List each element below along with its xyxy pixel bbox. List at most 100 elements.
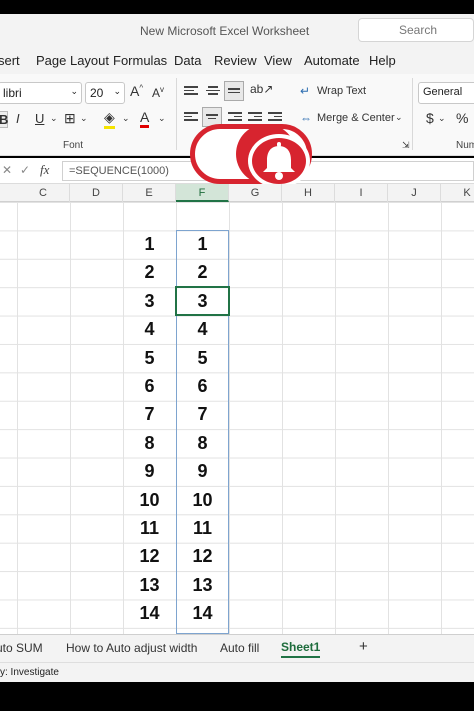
window-title: New Microsoft Excel Worksheet — [140, 24, 310, 38]
cell-e9[interactable]: 9 — [123, 457, 176, 485]
menu-data[interactable]: Data — [174, 53, 201, 68]
grow-font-glyph: A — [130, 83, 140, 99]
merge-center-icon: ⇔ — [300, 111, 312, 125]
spreadsheet-grid[interactable]: 1 2 3 4 5 6 7 8 9 10 11 12 13 14 1 2 3 4 5 6 7 8 9 10 11 12 13 14 — [0, 202, 474, 634]
cell-e10[interactable]: 10 — [123, 486, 176, 514]
merge-center-button[interactable]: Merge & Center — [317, 112, 395, 124]
active-cell[interactable] — [175, 286, 230, 316]
align-left-icon[interactable] — [184, 110, 198, 123]
menu-bar: sert Page Layout Formulas Data Review Vi… — [0, 46, 474, 74]
orientation-icon[interactable]: ab↗ — [250, 82, 273, 96]
formula-value: =SEQUENCE(1000) — [69, 165, 169, 177]
column-header-g[interactable]: G — [229, 184, 282, 202]
sheet-tab-auto-adjust-width[interactable]: How to Auto adjust width — [66, 641, 197, 655]
enter-icon[interactable]: ✓ — [20, 163, 30, 177]
bottom-black-band — [0, 682, 474, 711]
sheet-tab-bar: uto SUM How to Auto adjust width Auto fi… — [0, 634, 474, 662]
align-middle-icon[interactable] — [206, 84, 220, 97]
fill-color-icon[interactable]: ◈ — [104, 109, 115, 129]
font-color-glyph: A — [140, 109, 150, 125]
wrap-text-icon: ↵ — [300, 84, 311, 98]
menu-page-layout[interactable]: Page Layout — [36, 53, 109, 68]
chevron-down-icon[interactable]: ⌄ — [80, 113, 88, 124]
align-right-icon[interactable] — [228, 110, 242, 123]
wrap-text-button[interactable]: Wrap Text — [317, 85, 366, 97]
column-header-d[interactable]: D — [70, 184, 123, 202]
percent-button[interactable]: % — [456, 110, 468, 126]
font-name-select[interactable]: libri ⌄ — [0, 82, 82, 104]
chevron-down-icon[interactable]: ⌄ — [395, 112, 403, 123]
cell-e13[interactable]: 13 — [123, 571, 176, 599]
status-text[interactable]: y: Investigate — [0, 667, 59, 678]
number-format-value: General — [423, 86, 463, 98]
number-group-label: Num — [456, 140, 474, 151]
bold-button[interactable]: B — [0, 111, 8, 128]
underline-glyph: U — [35, 111, 45, 126]
font-name-value: libri — [3, 86, 22, 100]
search-placeholder: Search — [399, 23, 438, 37]
column-headers: C D E F G H I J K — [0, 184, 474, 202]
cell-e6[interactable]: 6 — [123, 372, 176, 400]
currency-button[interactable]: $ — [426, 110, 434, 126]
grow-font-button[interactable]: A^ — [130, 83, 143, 99]
cell-e14[interactable]: 14 — [123, 599, 176, 627]
column-header-c[interactable]: C — [17, 184, 70, 202]
column-header-i[interactable]: I — [335, 184, 388, 202]
font-size-select[interactable]: 20 ⌄ — [85, 82, 125, 104]
font-color-button[interactable]: A — [140, 109, 150, 128]
chevron-down-icon[interactable]: ⌄ — [122, 113, 130, 124]
chevron-down-icon[interactable]: ⌄ — [438, 113, 446, 124]
cell-e8[interactable]: 8 — [123, 429, 176, 457]
menu-automate[interactable]: Automate — [304, 53, 360, 68]
menu-formulas[interactable]: Formulas — [113, 53, 167, 68]
cell-e11[interactable]: 11 — [123, 514, 176, 542]
search-box[interactable]: Search — [358, 18, 474, 42]
chevron-down-icon[interactable]: ⌄ — [158, 113, 166, 124]
menu-insert[interactable]: sert — [0, 53, 20, 68]
sheet-tab-auto-fill[interactable]: Auto fill — [220, 641, 259, 655]
font-group-label: Font — [63, 140, 84, 151]
column-header-j[interactable]: J — [388, 184, 441, 202]
column-header-h[interactable]: H — [282, 184, 335, 202]
ribbon-separator — [176, 78, 177, 150]
status-bar: y: Investigate — [0, 662, 474, 682]
decrease-indent-icon[interactable] — [248, 110, 262, 123]
sheet-tab-sheet1[interactable]: Sheet1 — [281, 640, 321, 658]
cell-e4[interactable]: 4 — [123, 315, 176, 343]
underline-button[interactable]: U — [35, 111, 44, 126]
align-top-icon[interactable] — [184, 84, 198, 97]
add-sheet-button[interactable]: + — [359, 638, 368, 655]
cell-e5[interactable]: 5 — [123, 344, 176, 372]
menu-review[interactable]: Review — [214, 53, 257, 68]
italic-glyph: I — [16, 111, 20, 126]
increase-indent-icon[interactable] — [268, 110, 282, 123]
cell-e1[interactable]: 1 — [123, 230, 176, 258]
cell-e2[interactable]: 2 — [123, 258, 176, 286]
bell-icon — [248, 134, 310, 188]
ribbon-separator — [412, 78, 413, 150]
shrink-font-glyph: A — [152, 86, 161, 100]
menu-help[interactable]: Help — [369, 53, 396, 68]
borders-icon[interactable]: ⊞ — [64, 110, 76, 127]
bold-glyph: B — [0, 112, 9, 127]
column-header-k[interactable]: K — [441, 184, 474, 202]
insert-function-button[interactable]: fx — [40, 162, 49, 178]
italic-button[interactable]: I — [16, 111, 20, 126]
dialog-launcher-icon[interactable]: ⇲ — [402, 140, 410, 151]
cell-e3[interactable]: 3 — [123, 287, 176, 315]
number-format-select[interactable]: General — [418, 82, 474, 104]
chevron-down-icon: ⌄ — [113, 86, 121, 96]
sheet-tab-auto-sum[interactable]: uto SUM — [0, 641, 43, 655]
column-header-e[interactable]: E — [123, 184, 176, 202]
font-size-value: 20 — [90, 86, 104, 100]
align-bottom-icon[interactable] — [224, 81, 244, 101]
cancel-icon[interactable]: ✕ — [2, 163, 12, 177]
menu-view[interactable]: View — [264, 53, 292, 68]
cell-e7[interactable]: 7 — [123, 400, 176, 428]
title-bar: New Microsoft Excel Worksheet Search — [0, 14, 474, 46]
cell-e12[interactable]: 12 — [123, 542, 176, 570]
caret-up-icon: ^ — [139, 83, 144, 93]
shrink-font-button[interactable]: Av — [152, 85, 164, 100]
column-header-f[interactable]: F — [176, 184, 229, 202]
chevron-down-icon[interactable]: ⌄ — [50, 113, 58, 124]
